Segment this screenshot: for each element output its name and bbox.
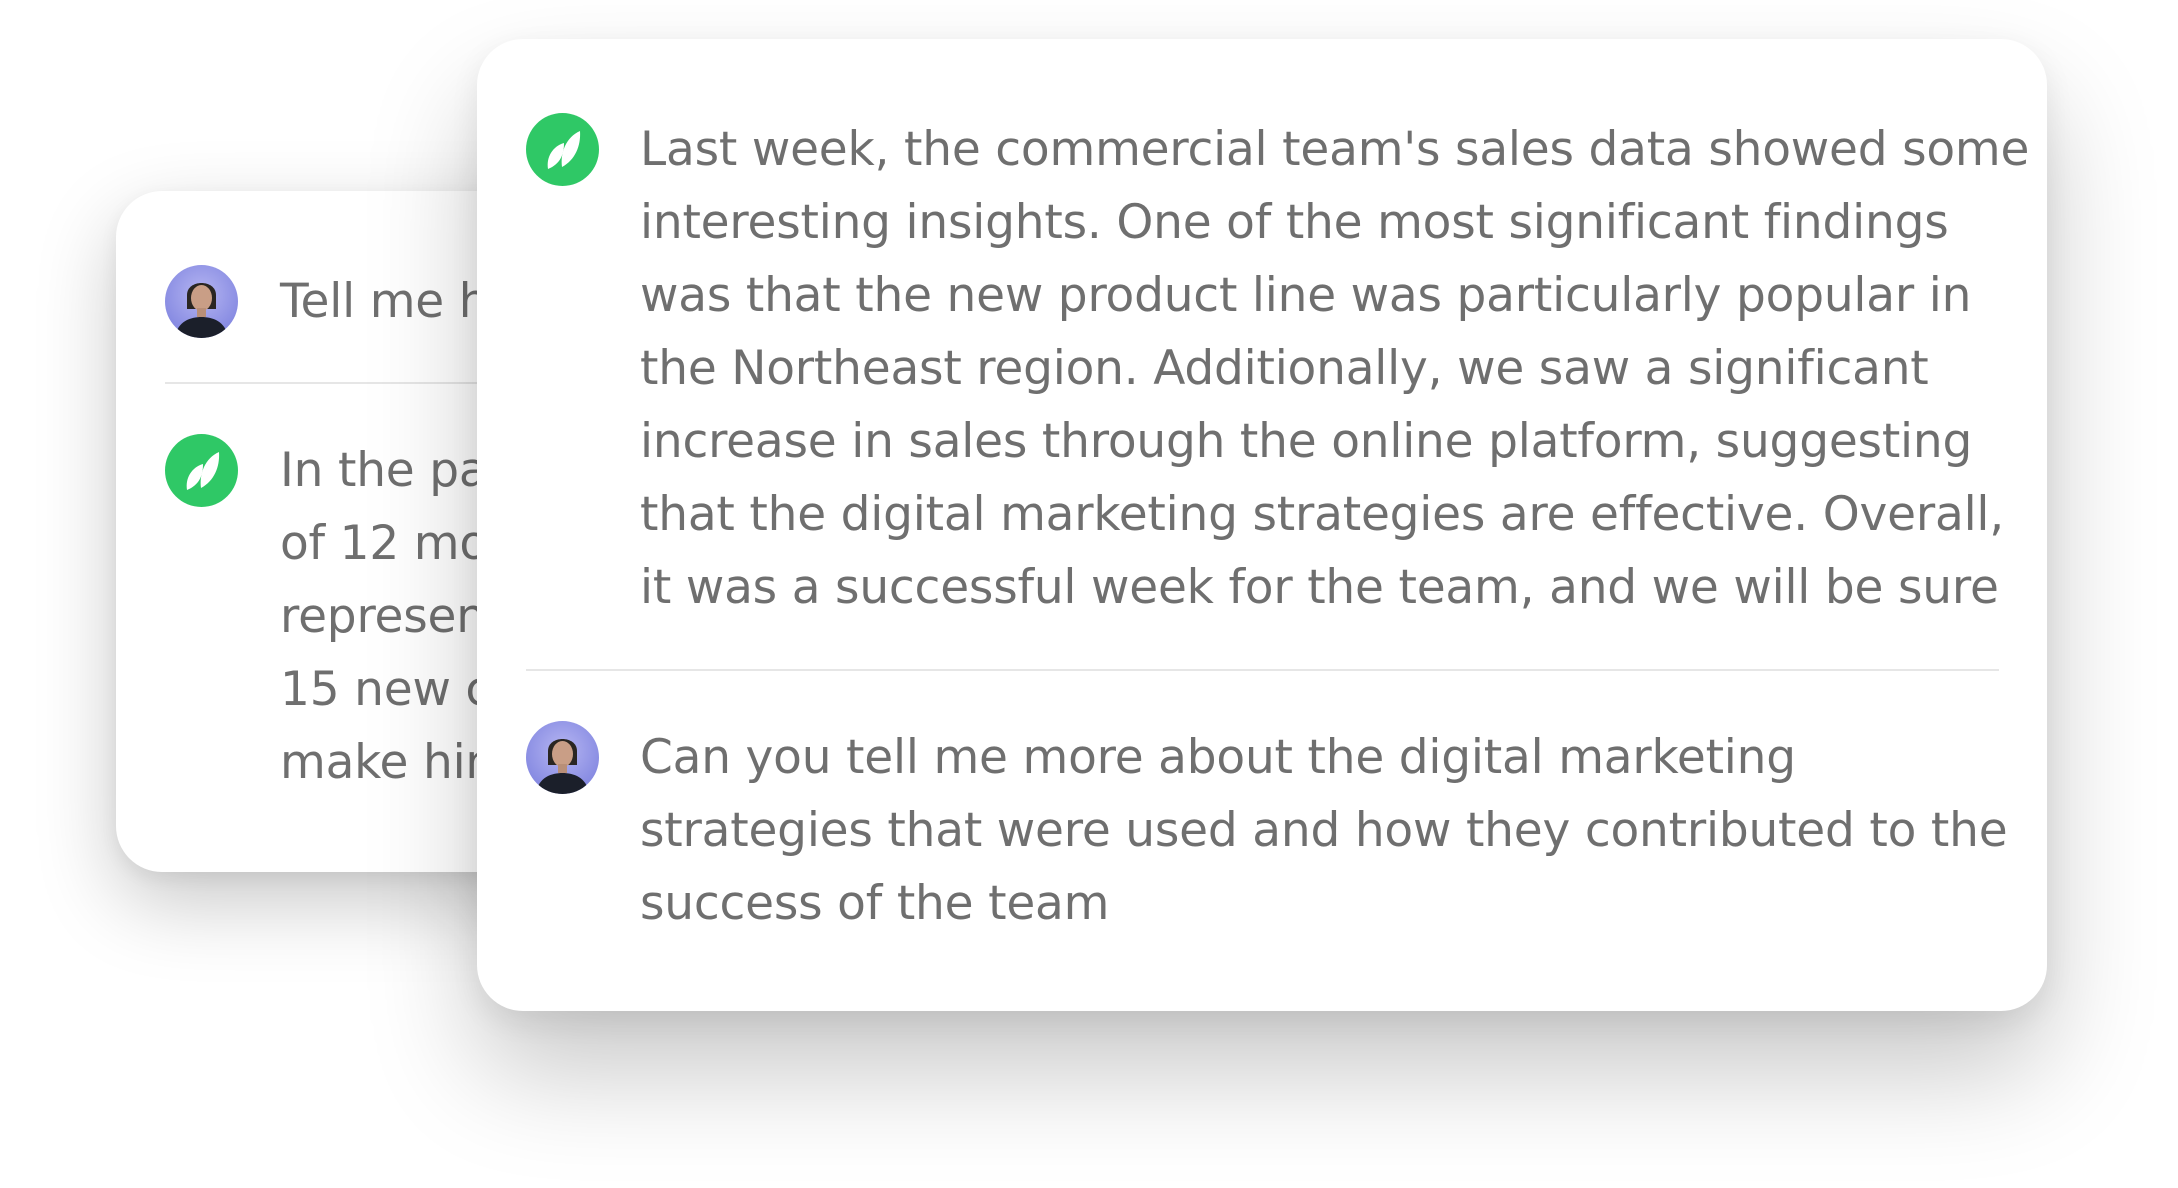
assistant-message-line: In the pa <box>280 443 488 498</box>
user-avatar <box>526 721 599 794</box>
assistant-message-line: increase in sales through the online pla… <box>640 414 1973 469</box>
user-avatar <box>165 265 238 338</box>
user-message-line: success of the team <box>640 876 1110 931</box>
assistant-message-line: interesting insights. One of the most si… <box>640 195 1949 250</box>
user-message-line: strategies that were used and how they c… <box>640 803 2008 858</box>
assistant-message-line: the Northeast region. Additionally, we s… <box>640 341 1929 396</box>
leaf-logo-icon <box>526 113 599 186</box>
assistant-message-line: that the digital marketing strategies ar… <box>640 487 2005 542</box>
message-divider <box>526 669 1999 671</box>
assistant-message-line: it was a successful week for the team, a… <box>640 560 1999 615</box>
user-message-line: Can you tell me more about the digital m… <box>640 730 1796 785</box>
assistant-message-line: Last week, the commercial team's sales d… <box>640 122 2030 177</box>
assistant-message-line: represen <box>280 589 486 644</box>
current-chat-card: Last week, the commercial team's sales d… <box>477 39 2047 1011</box>
assistant-message-line: make hin <box>280 735 496 790</box>
assistant-message-line: of 12 mo <box>280 516 488 571</box>
assistant-message-line: 15 new c <box>280 662 492 717</box>
user-message-text: Tell me h <box>280 274 489 329</box>
assistant-message-line: was that the new product line was partic… <box>640 268 1972 323</box>
leaf-logo-icon <box>165 434 238 507</box>
